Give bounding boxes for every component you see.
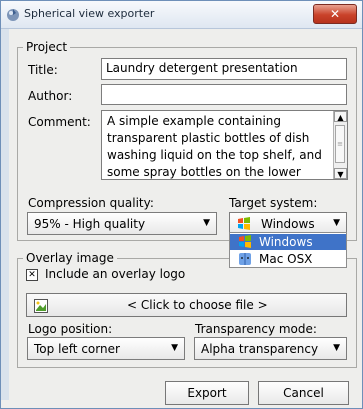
target-dropdown-menu[interactable]: Windows Mac OSX (229, 232, 347, 268)
dropdown-arrow-icon: ▼ (333, 343, 340, 353)
title-label: Title: (28, 63, 58, 77)
image-file-icon (34, 299, 48, 313)
compression-value: 95% - High quality (34, 217, 146, 231)
transparency-value: Alpha transparency (201, 342, 319, 356)
target-label: Target system: (229, 196, 318, 210)
compression-label: Compression quality: (28, 196, 154, 210)
comment-textarea[interactable]: A simple example containing transparent … (101, 110, 348, 180)
logo-position-label: Logo position: (28, 322, 113, 336)
target-option-windows[interactable]: Windows (230, 234, 346, 250)
author-label: Author: (28, 89, 73, 103)
choose-file-button[interactable]: < Click to choose file > (26, 293, 347, 317)
project-legend: Project (26, 40, 68, 54)
include-overlay-label: Include an overlay logo (45, 267, 186, 281)
logo-position-select[interactable]: Top left corner ▼ (27, 337, 185, 360)
comment-scrollbar[interactable]: ▲ ≡ ▼ (333, 111, 347, 179)
target-option-mac[interactable]: Mac OSX (230, 251, 346, 267)
compression-select[interactable]: 95% - High quality ▼ (27, 212, 217, 235)
close-button[interactable]: ✕ (313, 4, 357, 24)
windows-logo-icon (238, 217, 250, 230)
logo-position-value: Top left corner (34, 342, 120, 356)
dropdown-arrow-icon: ▼ (203, 218, 210, 228)
author-field[interactable] (101, 84, 347, 105)
window-side-shade (1, 29, 9, 400)
window-title: Spherical view exporter (24, 7, 155, 20)
title-bar: Spherical view exporter ✕ (1, 1, 362, 29)
scroll-up-icon[interactable]: ▲ (334, 111, 347, 122)
include-overlay-checkbox[interactable]: ✕ (26, 269, 38, 281)
mac-finder-icon (239, 253, 251, 265)
transparency-select[interactable]: Alpha transparency ▼ (194, 337, 347, 360)
transparency-label: Transparency mode: (195, 322, 317, 336)
windows-logo-icon (239, 235, 251, 248)
title-field[interactable]: Laundry detergent presentation (101, 58, 347, 80)
dropdown-arrow-icon: ▼ (171, 343, 178, 353)
choose-file-label: < Click to choose file > (127, 298, 268, 312)
export-button[interactable]: Export (165, 381, 249, 405)
comment-label: Comment: (28, 115, 91, 129)
app-icon (7, 9, 19, 21)
target-option-label: Mac OSX (259, 252, 313, 266)
overlay-legend: Overlay image (26, 251, 114, 265)
target-option-label: Windows (259, 235, 313, 249)
dialog-window: Spherical view exporter ✕ Project Title:… (0, 0, 363, 409)
target-value: Windows (261, 217, 315, 231)
comment-text: A simple example containing transparent … (107, 114, 322, 179)
scroll-down-icon[interactable]: ▼ (334, 168, 347, 179)
cancel-button[interactable]: Cancel (258, 381, 349, 405)
dropdown-arrow-icon: ▼ (333, 218, 340, 228)
scroll-thumb[interactable]: ≡ (335, 125, 345, 163)
